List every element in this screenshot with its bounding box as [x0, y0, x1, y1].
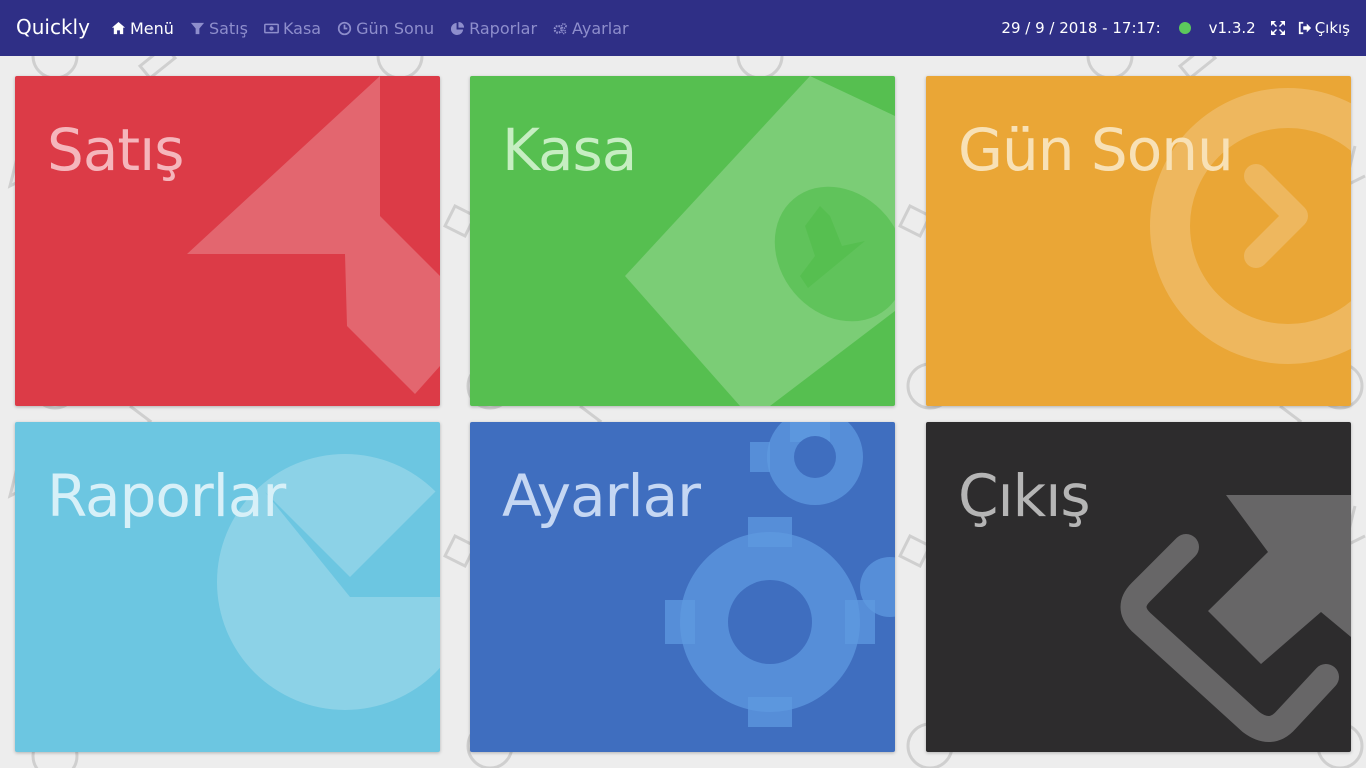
nav-item-menu[interactable]: Menü	[111, 19, 174, 38]
tile-label: Kasa	[502, 116, 637, 184]
nav-item-label: Raporlar	[469, 18, 538, 38]
pie-chart-icon	[451, 21, 465, 35]
fullscreen-button[interactable]	[1270, 20, 1298, 36]
nav-item-label: Satış	[208, 18, 248, 38]
tile-label: Ayarlar	[502, 462, 701, 530]
main-nav: Menü Satış Kasa Gün Sonu Raporlar Ayarla…	[111, 0, 645, 56]
nav-item-label: Ayarlar	[572, 18, 629, 38]
nav-item-end-of-day[interactable]: Gün Sonu	[337, 19, 434, 38]
nav-item-label: Gün Sonu	[356, 18, 435, 38]
nav-item-reports[interactable]: Raporlar	[450, 19, 537, 38]
version-label: v1.3.2	[1208, 19, 1256, 37]
tile-cash[interactable]: Kasa	[470, 76, 895, 406]
header-right: 29 / 9 / 2018 - 17:17: v1.3.2 Çıkış	[1001, 0, 1350, 56]
tile-reports[interactable]: Raporlar	[15, 422, 440, 752]
money-icon	[264, 23, 279, 33]
tile-label: Çıkış	[958, 462, 1091, 530]
tile-settings[interactable]: Ayarlar	[470, 422, 895, 752]
logout-label: Çıkış	[1314, 19, 1350, 37]
nav-item-label: Kasa	[282, 18, 322, 38]
logout-button[interactable]: Çıkış	[1298, 19, 1350, 37]
tile-end-of-day[interactable]: Gün Sonu	[926, 76, 1351, 406]
datetime: 29 / 9 / 2018 - 17:17:	[1001, 19, 1161, 37]
tile-label: Gün Sonu	[958, 116, 1234, 184]
tile-label: Satış	[47, 116, 184, 184]
sign-out-icon	[1298, 21, 1311, 35]
nav-item-sales[interactable]: Satış	[190, 19, 248, 38]
funnel-icon	[190, 22, 204, 34]
home-icon	[111, 21, 126, 34]
tile-sales[interactable]: Satış	[15, 76, 440, 406]
nav-item-settings[interactable]: Ayarlar	[553, 19, 629, 38]
expand-icon	[1270, 21, 1285, 35]
connection-status-indicator	[1178, 22, 1191, 34]
nav-item-label: Menü	[130, 18, 174, 38]
gears-icon	[553, 22, 567, 34]
clock-icon	[337, 21, 352, 35]
tile-label: Raporlar	[47, 462, 286, 530]
app-brand[interactable]: Quickly	[16, 15, 90, 39]
nav-item-cash[interactable]: Kasa	[264, 19, 321, 38]
tile-logout[interactable]: Çıkış	[926, 422, 1351, 752]
top-navbar: Quickly Menü Satış Kasa Gün Sonu Raporla…	[0, 0, 1366, 56]
